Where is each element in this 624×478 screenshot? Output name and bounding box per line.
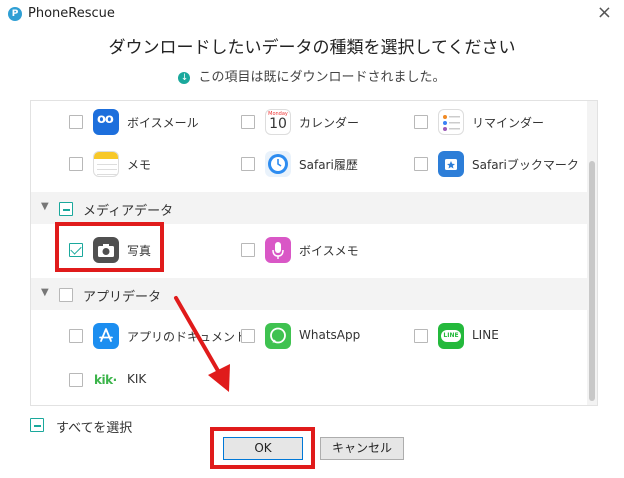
subtitle-text: この項目は既にダウンロードされました。 (198, 70, 446, 85)
select-all-label: すべてを選択 (56, 421, 133, 436)
title-bar: P PhoneRescue × (0, 0, 624, 30)
cancel-button[interactable]: キャンセル (320, 437, 404, 460)
item-label: Safariブックマーク (472, 158, 579, 172)
list-item-app-documents[interactable]: アプリのドキュメント (69, 319, 247, 353)
whatsapp-icon (265, 323, 291, 349)
list-item-voicemail[interactable]: ボイスメール (69, 105, 239, 139)
item-label: KIK (127, 372, 147, 386)
calendar-icon: Monday 10 (265, 109, 291, 135)
list-item-reminders[interactable]: リマインダー (414, 105, 584, 139)
phonerescue-logo-icon: P (8, 7, 22, 21)
item-label: カレンダー (299, 116, 360, 130)
list-item-voice-memo[interactable]: ボイスメモ (241, 233, 411, 267)
item-label: アプリのドキュメント (127, 330, 248, 344)
voicemail-icon (93, 109, 119, 135)
checkbox[interactable] (241, 243, 255, 257)
item-label: 写真 (127, 244, 152, 258)
list-item-calendar[interactable]: Monday 10 カレンダー (241, 105, 411, 139)
item-label: リマインダー (472, 116, 545, 130)
close-icon[interactable]: × (597, 4, 612, 22)
microphone-icon (265, 237, 291, 263)
line-icon: LINE (438, 323, 464, 349)
item-label: Safari履歴 (299, 158, 358, 172)
checkbox[interactable] (241, 115, 255, 129)
checkbox[interactable] (414, 157, 428, 171)
scrollbar[interactable] (587, 101, 597, 405)
camera-icon (93, 237, 119, 263)
line-badge: LINE (441, 330, 461, 342)
group-checkbox[interactable] (59, 288, 73, 302)
window-title: PhoneRescue (28, 6, 115, 21)
checkbox[interactable] (241, 329, 255, 343)
select-all-checkbox[interactable] (30, 418, 44, 432)
group-label: メディアデータ (83, 204, 174, 219)
checkbox[interactable] (69, 329, 83, 343)
checkbox[interactable] (69, 243, 83, 257)
item-label: ボイスメモ (299, 244, 359, 258)
list-item-kik[interactable]: kik· KIK (69, 363, 239, 397)
checkbox[interactable] (414, 329, 428, 343)
item-label: メモ (127, 158, 152, 172)
ok-button[interactable]: OK (223, 437, 303, 460)
group-label: アプリデータ (83, 290, 162, 305)
list-item-line[interactable]: LINE LINE (414, 319, 584, 353)
group-header-apps[interactable]: ▼ アプリデータ (31, 278, 587, 310)
checkbox[interactable] (69, 373, 83, 387)
safari-bookmark-icon (438, 151, 464, 177)
group-checkbox[interactable] (59, 202, 73, 216)
kik-icon: kik· (93, 367, 119, 393)
kik-logo: kik· (94, 373, 117, 387)
downloaded-icon: ↓ (178, 72, 191, 84)
list-item-whatsapp[interactable]: WhatsApp (241, 319, 411, 353)
data-type-list[interactable]: ボイスメール Monday 10 カレンダー リマインダー メモ (30, 100, 598, 406)
checkbox[interactable] (414, 115, 428, 129)
checkbox[interactable] (69, 157, 83, 171)
checkbox[interactable] (69, 115, 83, 129)
dialog-heading: ダウンロードしたいデータの種類を選択してください (108, 38, 516, 58)
dialog-subtitle: ↓ この項目は既にダウンロードされました。 (0, 66, 624, 85)
list-item-notes[interactable]: メモ (69, 147, 239, 181)
item-label: ボイスメール (127, 116, 199, 130)
item-label: WhatsApp (299, 328, 361, 342)
reminders-icon (438, 109, 464, 135)
checkbox[interactable] (241, 157, 255, 171)
collapse-triangle-icon[interactable]: ▼ (41, 287, 49, 298)
app-store-icon (93, 323, 119, 349)
list-item-safari-bookmark[interactable]: Safariブックマーク (414, 147, 584, 181)
notes-icon (93, 151, 119, 177)
list-item-photos[interactable]: 写真 (69, 233, 239, 267)
safari-history-icon (265, 151, 291, 177)
item-label: LINE (472, 328, 499, 342)
scrollbar-thumb[interactable] (589, 161, 595, 401)
collapse-triangle-icon[interactable]: ▼ (41, 201, 49, 212)
list-item-safari-history[interactable]: Safari履歴 (241, 147, 411, 181)
group-header-media[interactable]: ▼ メディアデータ (31, 192, 587, 224)
calendar-day: 10 (269, 116, 287, 132)
